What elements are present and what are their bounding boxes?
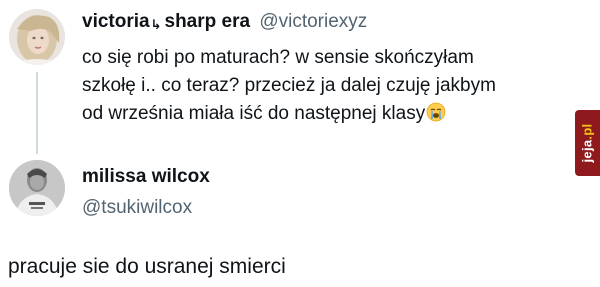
name-arrow-icon: ↳: [150, 17, 162, 32]
avatar-victoria[interactable]: [9, 9, 65, 65]
tweet1-display-name-text: victoria: [82, 11, 150, 32]
tweet2-display-name[interactable]: milissa wilcox: [82, 165, 210, 189]
tweet2-handle[interactable]: @tsukiwilcox: [82, 196, 192, 220]
avatar-photo-icon: [9, 9, 65, 65]
avatar-milissa[interactable]: [9, 160, 65, 216]
tweet1-display-name[interactable]: victoria↳ sharp era: [82, 11, 255, 32]
watermark-text-main: jeja: [579, 139, 595, 163]
tweet-thread: victoria↳ sharp era @victoriexyz co się r…: [0, 0, 600, 287]
tweet1-display-name-suffix: sharp era: [164, 11, 251, 32]
jeja-watermark: jeja.pl: [575, 110, 600, 176]
tweet1-text-line: szkołę i.. co teraz? przecież ja dalej c…: [82, 75, 496, 96]
thread-connector-line: [36, 72, 38, 154]
loudly-crying-face-emoji-icon: [426, 102, 446, 122]
tweet1-text-line-3: od września miała iść do następnej klasy: [82, 103, 426, 124]
avatar-photo-icon: [9, 160, 65, 216]
tweet2-text: pracuje sie do usranej smierci: [8, 255, 286, 278]
watermark-text-accent: .pl: [579, 123, 595, 140]
watermark-logo-text: jeja.pl: [580, 124, 595, 163]
tweet1-handle[interactable]: @victoriexyz: [259, 11, 367, 32]
tweet1-header: victoria↳ sharp era @victoriexyz: [82, 10, 367, 37]
tweet1-text-line: co się robi po maturach? w sensie skończ…: [82, 47, 474, 68]
tweet1-text-line-last: od września miała iść do następnej klasy: [82, 100, 597, 128]
tweet1-text: co się robi po maturach? w sensie skończ…: [82, 44, 597, 128]
